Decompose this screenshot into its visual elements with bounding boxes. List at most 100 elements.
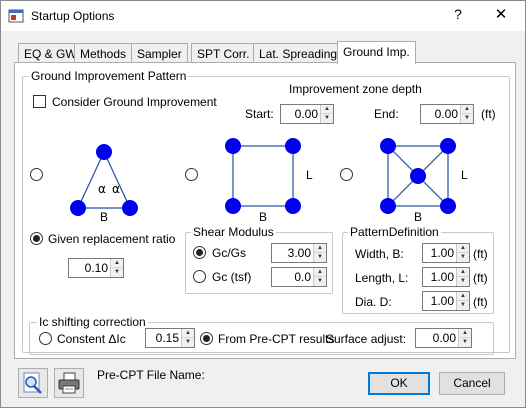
open-file-button[interactable] [18, 368, 48, 398]
square-b-label: B [259, 210, 267, 224]
shear-modulus-title: Shear Modulus [191, 225, 276, 239]
spin-down-icon[interactable]: ▼ [111, 268, 123, 277]
spin-down-icon[interactable]: ▼ [457, 277, 469, 286]
pile-circle [440, 198, 456, 214]
gc-gs-radio[interactable] [193, 246, 206, 259]
ok-button[interactable]: OK [368, 372, 430, 395]
gc-tsf-label: Gc (tsf) [212, 270, 252, 284]
length-label: Length, L: [355, 271, 409, 285]
length-unit: (ft) [473, 271, 488, 285]
width-label: Width, B: [355, 247, 404, 261]
from-pre-cpt-radio[interactable] [200, 332, 213, 345]
constant-delta-ic-value: 0.15 [155, 331, 179, 345]
from-pre-cpt-label: From Pre-CPT results [218, 332, 335, 346]
zone-depth-title: Improvement zone depth [289, 82, 422, 96]
spinner-arrows[interactable]: ▲ ▼ [456, 268, 469, 286]
app-icon [8, 9, 24, 23]
spin-down-icon[interactable]: ▼ [321, 114, 333, 123]
tab-spt-corr[interactable]: SPT Corr. [191, 43, 256, 63]
pile-circle [96, 144, 112, 160]
spin-up-icon[interactable]: ▲ [457, 244, 469, 253]
pile-circle [285, 138, 301, 154]
spinner-arrows[interactable]: ▲ ▼ [320, 105, 333, 123]
spin-up-icon[interactable]: ▲ [111, 259, 123, 268]
width-spinner[interactable]: 1.00 ▲ ▼ [422, 243, 470, 263]
start-depth-spinner[interactable]: 0.00 ▲ ▼ [280, 104, 334, 124]
printer-icon [58, 372, 80, 394]
spinner-arrows[interactable]: ▲ ▼ [313, 244, 326, 262]
pattern-triangle-radio[interactable] [30, 168, 43, 181]
tab-sampler[interactable]: Sampler [131, 43, 188, 63]
spin-up-icon[interactable]: ▲ [457, 268, 469, 277]
gc-gs-label: Gc/Gs [212, 246, 247, 260]
alpha-right-label: α [112, 182, 120, 196]
end-depth-unit: (ft) [481, 107, 496, 121]
spin-up-icon[interactable]: ▲ [459, 329, 471, 338]
surface-adjust-spinner[interactable]: 0.00 ▲ ▼ [415, 328, 472, 348]
spinner-arrows[interactable]: ▲ ▼ [456, 244, 469, 262]
gc-gs-spinner[interactable]: 3.00 ▲ ▼ [271, 243, 327, 263]
length-spinner[interactable]: 1.00 ▲ ▼ [422, 267, 470, 287]
spin-up-icon[interactable]: ▲ [314, 268, 326, 277]
square-center-l-label: L [461, 168, 468, 182]
cancel-button[interactable]: Cancel [439, 372, 505, 395]
spin-up-icon[interactable]: ▲ [461, 105, 473, 114]
help-button[interactable]: ? [446, 6, 470, 26]
spin-down-icon[interactable]: ▼ [314, 253, 326, 262]
spin-up-icon[interactable]: ▲ [457, 292, 469, 301]
pile-circle [440, 138, 456, 154]
spinner-arrows[interactable]: ▲ ▼ [181, 329, 194, 347]
end-depth-spinner[interactable]: 0.00 ▲ ▼ [420, 104, 474, 124]
spinner-arrows[interactable]: ▲ ▼ [456, 292, 469, 310]
dia-label: Dia. D: [355, 295, 392, 309]
pile-circle [380, 198, 396, 214]
spin-up-icon[interactable]: ▲ [182, 329, 194, 338]
gc-tsf-spinner[interactable]: 0.0 ▲ ▼ [271, 267, 327, 287]
tab-methods[interactable]: Methods [74, 43, 133, 63]
gc-tsf-radio[interactable] [193, 270, 206, 283]
spin-down-icon[interactable]: ▼ [314, 277, 326, 286]
open-file-icon [23, 372, 42, 394]
dia-spinner[interactable]: 1.00 ▲ ▼ [422, 291, 470, 311]
pattern-square-radio[interactable] [185, 168, 198, 181]
pattern-definition-title: PatternDefinition [348, 225, 441, 239]
pile-circle [225, 138, 241, 154]
pile-circle [225, 198, 241, 214]
print-button[interactable] [54, 368, 84, 398]
spin-up-icon[interactable]: ▲ [321, 105, 333, 114]
dia-unit: (ft) [473, 295, 488, 309]
spin-down-icon[interactable]: ▼ [182, 338, 194, 347]
tab-lat-spreading[interactable]: Lat. Spreading [253, 43, 344, 63]
given-replacement-ratio-radio[interactable] [30, 232, 43, 245]
tab-ground-imp[interactable]: Ground Imp. [337, 41, 416, 64]
startup-options-window: Startup Options ? ✕ EQ & GW Methods Samp… [0, 0, 526, 408]
spin-down-icon[interactable]: ▼ [461, 114, 473, 123]
triangle-pattern-diagram: α α B [70, 144, 138, 224]
spin-down-icon[interactable]: ▼ [459, 338, 471, 347]
width-unit: (ft) [473, 247, 488, 261]
ground-imp-panel: Ground Improvement Pattern Consider Grou… [14, 62, 516, 359]
spin-down-icon[interactable]: ▼ [457, 253, 469, 262]
spinner-arrows[interactable]: ▲ ▼ [460, 105, 473, 123]
spin-down-icon[interactable]: ▼ [457, 301, 469, 310]
spinner-arrows[interactable]: ▲ ▼ [313, 268, 326, 286]
spinner-arrows[interactable]: ▲ ▼ [458, 329, 471, 347]
surface-adjust-value: 0.00 [432, 331, 456, 345]
constant-delta-ic-spinner[interactable]: 0.15 ▲ ▼ [145, 328, 195, 348]
pile-circle [122, 200, 138, 216]
length-value: 1.00 [430, 270, 454, 284]
spin-up-icon[interactable]: ▲ [314, 244, 326, 253]
square-pattern-diagram: L B [225, 138, 313, 224]
close-button[interactable]: ✕ [489, 5, 513, 27]
start-depth-value: 0.00 [294, 107, 318, 121]
square-l-label: L [306, 168, 313, 182]
constant-delta-ic-radio[interactable] [39, 332, 52, 345]
tab-eq-gw[interactable]: EQ & GW [18, 43, 83, 63]
pile-circle [70, 200, 86, 216]
consider-ground-improvement-checkbox[interactable] [33, 95, 46, 108]
given-replacement-ratio-label: Given replacement ratio [48, 232, 176, 246]
square-center-pattern-diagram: L B [380, 138, 468, 224]
pattern-square-center-radio[interactable] [340, 168, 353, 181]
replacement-ratio-spinner[interactable]: 0.10 ▲ ▼ [68, 258, 124, 278]
spinner-arrows[interactable]: ▲ ▼ [110, 259, 123, 277]
